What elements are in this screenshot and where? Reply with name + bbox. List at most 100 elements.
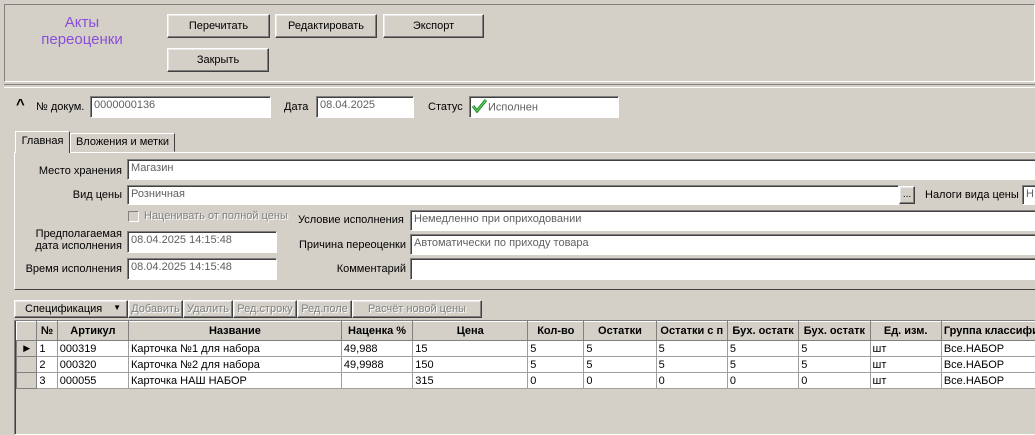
table-cell[interactable]: 5 [727,341,798,357]
comment-field[interactable] [410,258,1035,280]
table-cell[interactable]: шт [870,357,941,373]
doc-number-field[interactable]: 0000000136 [90,96,271,118]
status-value: Исполнен [488,102,538,114]
table-cell[interactable]: Все.НАБОР [941,341,1035,357]
tab-attachments[interactable]: Вложения и метки [70,133,175,152]
status-field[interactable]: Исполнен [469,96,619,118]
table-cell[interactable]: 49,988 [341,341,412,357]
delete-button[interactable]: Удалить [183,300,233,318]
table-cell[interactable]: 315 [413,373,528,389]
table-cell[interactable]: 5 [799,357,870,373]
reason-field[interactable]: Автоматически по приходу товара [410,234,1035,255]
column-header[interactable]: Группа классифика [941,322,1035,341]
table-cell[interactable]: 0 [656,373,727,389]
edit-row-button[interactable]: Ред.строку [233,300,297,318]
table-cell[interactable]: шт [870,341,941,357]
spec-dropdown-button[interactable]: Спецификация ▼ [14,300,128,318]
reason-label: Причина переоценки [290,239,406,251]
column-header[interactable]: Наценка % [341,322,412,341]
table-cell[interactable]: 49,9988 [341,357,412,373]
page-title-line1: Акты [22,14,142,31]
table-cell[interactable]: 5 [584,341,656,357]
table-cell[interactable]: 0 [584,373,656,389]
column-header[interactable]: № [37,322,57,341]
markup-checkbox-label: Наценивать от полной цены [144,210,288,222]
markup-checkbox[interactable] [128,211,139,222]
tab-main-label: Главная [22,135,64,147]
table-cell[interactable] [341,373,412,389]
table-cell[interactable]: 5 [727,357,798,373]
table-cell[interactable]: Карточка №2 для набора [129,357,342,373]
table-cell[interactable]: 0 [528,373,584,389]
date-label: Дата [284,101,308,113]
table-cell[interactable]: Карточка НАШ НАБОР [129,373,342,389]
close-button[interactable]: Закрыть [167,48,269,72]
table-cell[interactable]: 1 [37,341,57,357]
dropdown-arrow-icon: ▼ [113,303,121,312]
table-cell[interactable]: 000319 [57,341,128,357]
doc-number-label: № докум. [36,101,84,113]
table-row[interactable]: 2 000320 Карточка №2 для набора 49,9988 … [17,357,1035,373]
page-title-line2: переоценки [22,31,142,48]
column-header[interactable]: Цена [413,322,528,341]
add-button[interactable]: Добавить [128,300,183,318]
column-header[interactable]: Название [129,322,342,341]
storage-field[interactable]: Магазин [127,159,1035,180]
column-header[interactable]: Кол-во [528,322,584,341]
table-cell[interactable]: шт [870,373,941,389]
table-cell[interactable]: 2 [37,357,57,373]
table-cell[interactable]: 150 [413,357,528,373]
current-row-icon: ▶ [17,341,37,357]
column-header[interactable]: Остатки с п [656,322,727,341]
table-header-row: № Артикул Название Наценка % Цена Кол-во… [17,322,1035,341]
condition-field[interactable]: Немедленно при оприходовании [410,210,1035,231]
header-panel [4,4,1035,82]
column-header[interactable]: Остатки [584,322,656,341]
condition-label: Условие исполнения [298,214,404,226]
column-header[interactable]: Ед. изм. [870,322,941,341]
date-field[interactable]: 08.04.2025 [316,96,414,118]
edit-field-button[interactable]: Ред.поле [297,300,352,318]
table-row[interactable]: 3 000055 Карточка НАШ НАБОР 315 0 0 0 0 … [17,373,1035,389]
column-header[interactable]: Бух. остатк [727,322,798,341]
exec-time-field[interactable]: 08.04.2025 14:15:48 [127,258,277,280]
table-cell[interactable]: 000055 [57,373,128,389]
table-cell[interactable]: 15 [413,341,528,357]
table-row[interactable]: ▶ 1 000319 Карточка №1 для набора 49,988… [17,341,1035,357]
column-header[interactable]: Артикул [57,322,128,341]
table-cell[interactable]: 0 [727,373,798,389]
table-cell[interactable]: Все.НАБОР [941,357,1035,373]
checkmark-icon [472,99,487,116]
tab-main[interactable]: Главная [15,131,70,153]
planned-date-label: Предполагаемая дата исполнения [20,228,122,252]
table-cell[interactable]: 5 [528,341,584,357]
table-cell[interactable]: 5 [799,341,870,357]
table-cell[interactable]: 000320 [57,357,128,373]
table-cell[interactable]: 5 [528,357,584,373]
table-cell[interactable]: 0 [799,373,870,389]
table-cell[interactable]: Карточка №1 для набора [129,341,342,357]
reread-button[interactable]: Перечитать [167,14,270,38]
table-cell[interactable]: 3 [37,373,57,389]
spec-label: Спецификация [25,303,102,315]
planned-date-field[interactable]: 08.04.2025 14:15:48 [127,231,277,253]
edit-button[interactable]: Редактировать [275,14,377,38]
calc-price-button[interactable]: Расчёт новой цены [352,300,482,318]
taxes-label: Налоги вида цены [925,189,1019,201]
spec-table: № Артикул Название Наценка % Цена Кол-во… [16,321,1035,389]
taxes-field[interactable]: Н [1022,185,1035,205]
price-type-field[interactable]: Розничная [127,185,899,205]
export-button[interactable]: Экспорт [383,14,484,38]
price-type-select-button[interactable]: ... [899,186,915,204]
table-cell[interactable]: 5 [584,357,656,373]
table-cell[interactable]: 5 [656,341,727,357]
row-indicator-header [17,322,37,341]
column-header[interactable]: Бух. остатк [799,322,870,341]
collapse-icon[interactable]: ^ [16,96,25,113]
planned-date-label-line2: дата исполнения [20,240,122,252]
table-cell[interactable]: Все.НАБОР [941,373,1035,389]
row-indicator [17,357,37,373]
table-cell[interactable]: 5 [656,357,727,373]
exec-time-label: Время исполнения [14,263,122,275]
status-label: Статус [428,101,463,113]
